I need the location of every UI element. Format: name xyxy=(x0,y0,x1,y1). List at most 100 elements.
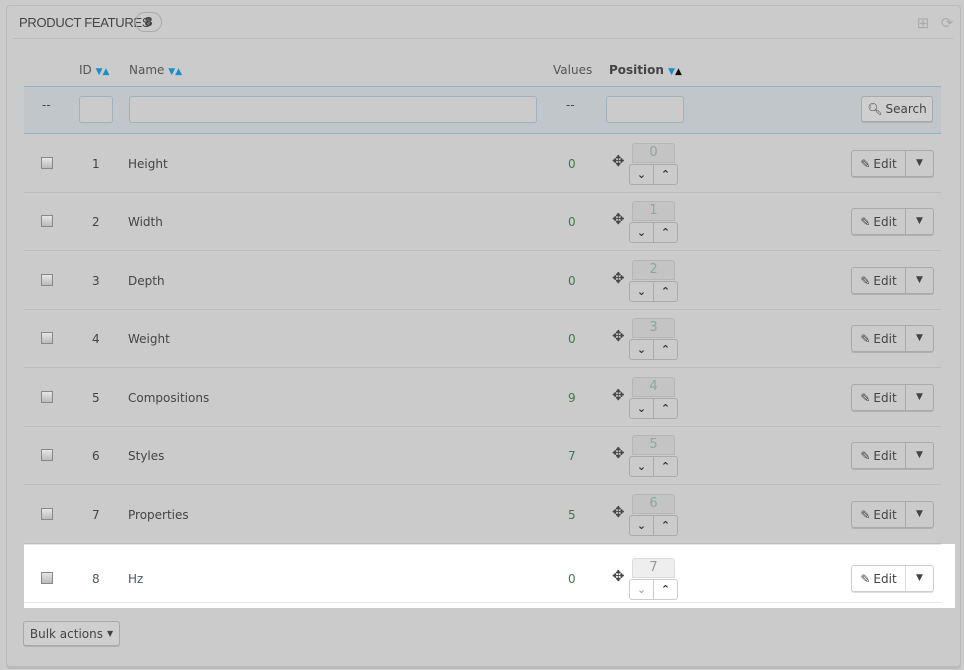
move-down-icon[interactable]: ⌄ xyxy=(630,165,654,184)
row-name: Properties xyxy=(128,508,189,522)
refresh-icon[interactable]: ⟳ xyxy=(939,15,955,31)
sort-desc-icon[interactable]: ▼ xyxy=(668,67,675,77)
row-checkbox[interactable] xyxy=(41,274,53,286)
drag-move-icon[interactable]: ✥ xyxy=(612,444,625,462)
search-label: Search xyxy=(885,102,927,116)
row-checkbox[interactable] xyxy=(41,215,53,227)
row-actions-dropdown[interactable]: ▼ xyxy=(906,443,933,468)
caret-down-icon: ▼ xyxy=(106,629,114,638)
row-checkbox[interactable] xyxy=(41,449,53,461)
position-stepper: ⌄ ⌃ xyxy=(629,515,678,536)
sort-desc-icon[interactable]: ▼ xyxy=(96,67,103,77)
edit-button[interactable]: ✎ Edit xyxy=(852,268,906,293)
bulk-actions-label: Bulk actions xyxy=(29,626,103,641)
position-value: 5 xyxy=(632,435,675,455)
move-down-icon[interactable]: ⌄ xyxy=(630,516,654,535)
bulk-actions-button[interactable]: Bulk actions ▼ xyxy=(23,621,120,646)
row-checkbox[interactable] xyxy=(41,508,53,520)
table-row: 3 Depth 0 ✥ 2 ⌄ ⌃ ✎ Edit ▼ xyxy=(24,252,941,310)
position-value: 6 xyxy=(632,494,675,514)
header-label: Name xyxy=(129,63,165,77)
edit-button[interactable]: ✎ Edit xyxy=(852,502,906,527)
edit-label: Edit xyxy=(873,448,897,463)
edit-button-group: ✎ Edit ▼ xyxy=(851,442,934,469)
drag-move-icon[interactable]: ✥ xyxy=(612,327,625,345)
move-down-icon[interactable]: ⌄ xyxy=(630,282,654,301)
move-up-icon[interactable]: ⌃ xyxy=(654,399,677,418)
move-up-icon[interactable]: ⌃ xyxy=(654,165,677,184)
panel-title: PRODUCT FEATURES xyxy=(19,15,151,30)
add-icon[interactable]: ⊞ xyxy=(915,15,931,31)
row-actions-dropdown[interactable]: ▼ xyxy=(906,502,933,527)
move-down-icon[interactable]: ⌄ xyxy=(630,340,654,359)
move-down-icon[interactable]: ⌄ xyxy=(630,580,654,599)
id-filter-input[interactable] xyxy=(79,96,113,123)
edit-button[interactable]: ✎ Edit xyxy=(852,209,906,234)
search-button[interactable]: 🔍︎ Search xyxy=(861,96,933,122)
pencil-icon: ✎ xyxy=(860,448,871,463)
table-row: 6 Styles 7 ✥ 5 ⌄ ⌃ ✎ Edit ▼ xyxy=(24,427,941,485)
sort-header-id[interactable]: ID ▼▲ xyxy=(79,63,109,77)
position-stepper: ⌄ ⌃ xyxy=(629,281,678,302)
row-id: 3 xyxy=(92,274,100,288)
move-up-icon[interactable]: ⌃ xyxy=(654,457,677,476)
edit-button[interactable]: ✎ Edit xyxy=(852,151,906,176)
row-values-count: 7 xyxy=(568,449,576,463)
pencil-icon: ✎ xyxy=(860,571,871,586)
drag-move-icon[interactable]: ✥ xyxy=(612,567,625,585)
sort-header-name[interactable]: Name ▼▲ xyxy=(129,63,182,77)
row-values-count: 0 xyxy=(568,572,576,586)
position-stepper: ⌄ ⌃ xyxy=(629,398,678,419)
row-values-count: 0 xyxy=(568,215,576,229)
search-icon: 🔍︎ xyxy=(867,102,883,116)
edit-button[interactable]: ✎ Edit xyxy=(852,443,906,468)
divider xyxy=(24,602,941,603)
drag-move-icon[interactable]: ✥ xyxy=(612,152,625,170)
drag-move-icon[interactable]: ✥ xyxy=(612,503,625,521)
pencil-icon: ✎ xyxy=(860,390,871,405)
position-filter-input[interactable] xyxy=(606,96,684,123)
row-actions-dropdown[interactable]: ▼ xyxy=(906,385,933,410)
drag-move-icon[interactable]: ✥ xyxy=(612,210,625,228)
row-checkbox[interactable] xyxy=(41,332,53,344)
row-checkbox[interactable] xyxy=(41,157,53,169)
move-down-icon[interactable]: ⌄ xyxy=(630,223,654,242)
move-down-icon[interactable]: ⌄ xyxy=(630,399,654,418)
row-id: 8 xyxy=(92,572,100,586)
row-checkbox[interactable] xyxy=(41,391,53,403)
row-actions-dropdown[interactable]: ▼ xyxy=(906,209,933,234)
edit-button[interactable]: ✎ Edit xyxy=(852,385,906,410)
sort-asc-icon[interactable]: ▲ xyxy=(103,67,110,77)
row-checkbox[interactable] xyxy=(41,572,53,584)
drag-move-icon[interactable]: ✥ xyxy=(612,386,625,404)
move-down-icon[interactable]: ⌄ xyxy=(630,457,654,476)
row-actions-dropdown[interactable]: ▼ xyxy=(906,326,933,351)
position-value: 1 xyxy=(632,201,675,221)
edit-button[interactable]: ✎ Edit xyxy=(852,566,906,591)
name-filter-input[interactable] xyxy=(129,96,537,123)
position-value: 0 xyxy=(632,143,675,163)
row-actions-dropdown[interactable]: ▼ xyxy=(906,268,933,293)
row-name: Hz xyxy=(128,572,144,586)
row-actions-dropdown[interactable]: ▼ xyxy=(906,566,933,591)
panel-header: PRODUCT FEATURES 8 ⊞ ⟳ xyxy=(13,6,953,39)
move-up-icon[interactable]: ⌃ xyxy=(654,223,677,242)
count-badge: 8 xyxy=(135,12,162,32)
sort-header-position[interactable]: Position ▼▲ xyxy=(609,63,682,77)
drag-move-icon[interactable]: ✥ xyxy=(612,269,625,287)
row-id: 7 xyxy=(92,508,100,522)
edit-button-group: ✎ Edit ▼ xyxy=(851,150,934,177)
row-values-count: 0 xyxy=(568,157,576,171)
edit-label: Edit xyxy=(873,331,897,346)
edit-label: Edit xyxy=(873,214,897,229)
move-up-icon[interactable]: ⌃ xyxy=(654,282,677,301)
edit-button[interactable]: ✎ Edit xyxy=(852,326,906,351)
table-row: 2 Width 0 ✥ 1 ⌄ ⌃ ✎ Edit ▼ xyxy=(24,193,941,251)
row-actions-dropdown[interactable]: ▼ xyxy=(906,151,933,176)
row-id: 1 xyxy=(92,157,100,171)
move-up-icon[interactable]: ⌃ xyxy=(654,340,677,359)
move-up-icon[interactable]: ⌃ xyxy=(654,516,677,535)
move-up-icon[interactable]: ⌃ xyxy=(654,580,677,599)
sort-asc-icon[interactable]: ▲ xyxy=(175,67,182,77)
sort-asc-icon[interactable]: ▲ xyxy=(675,67,682,77)
